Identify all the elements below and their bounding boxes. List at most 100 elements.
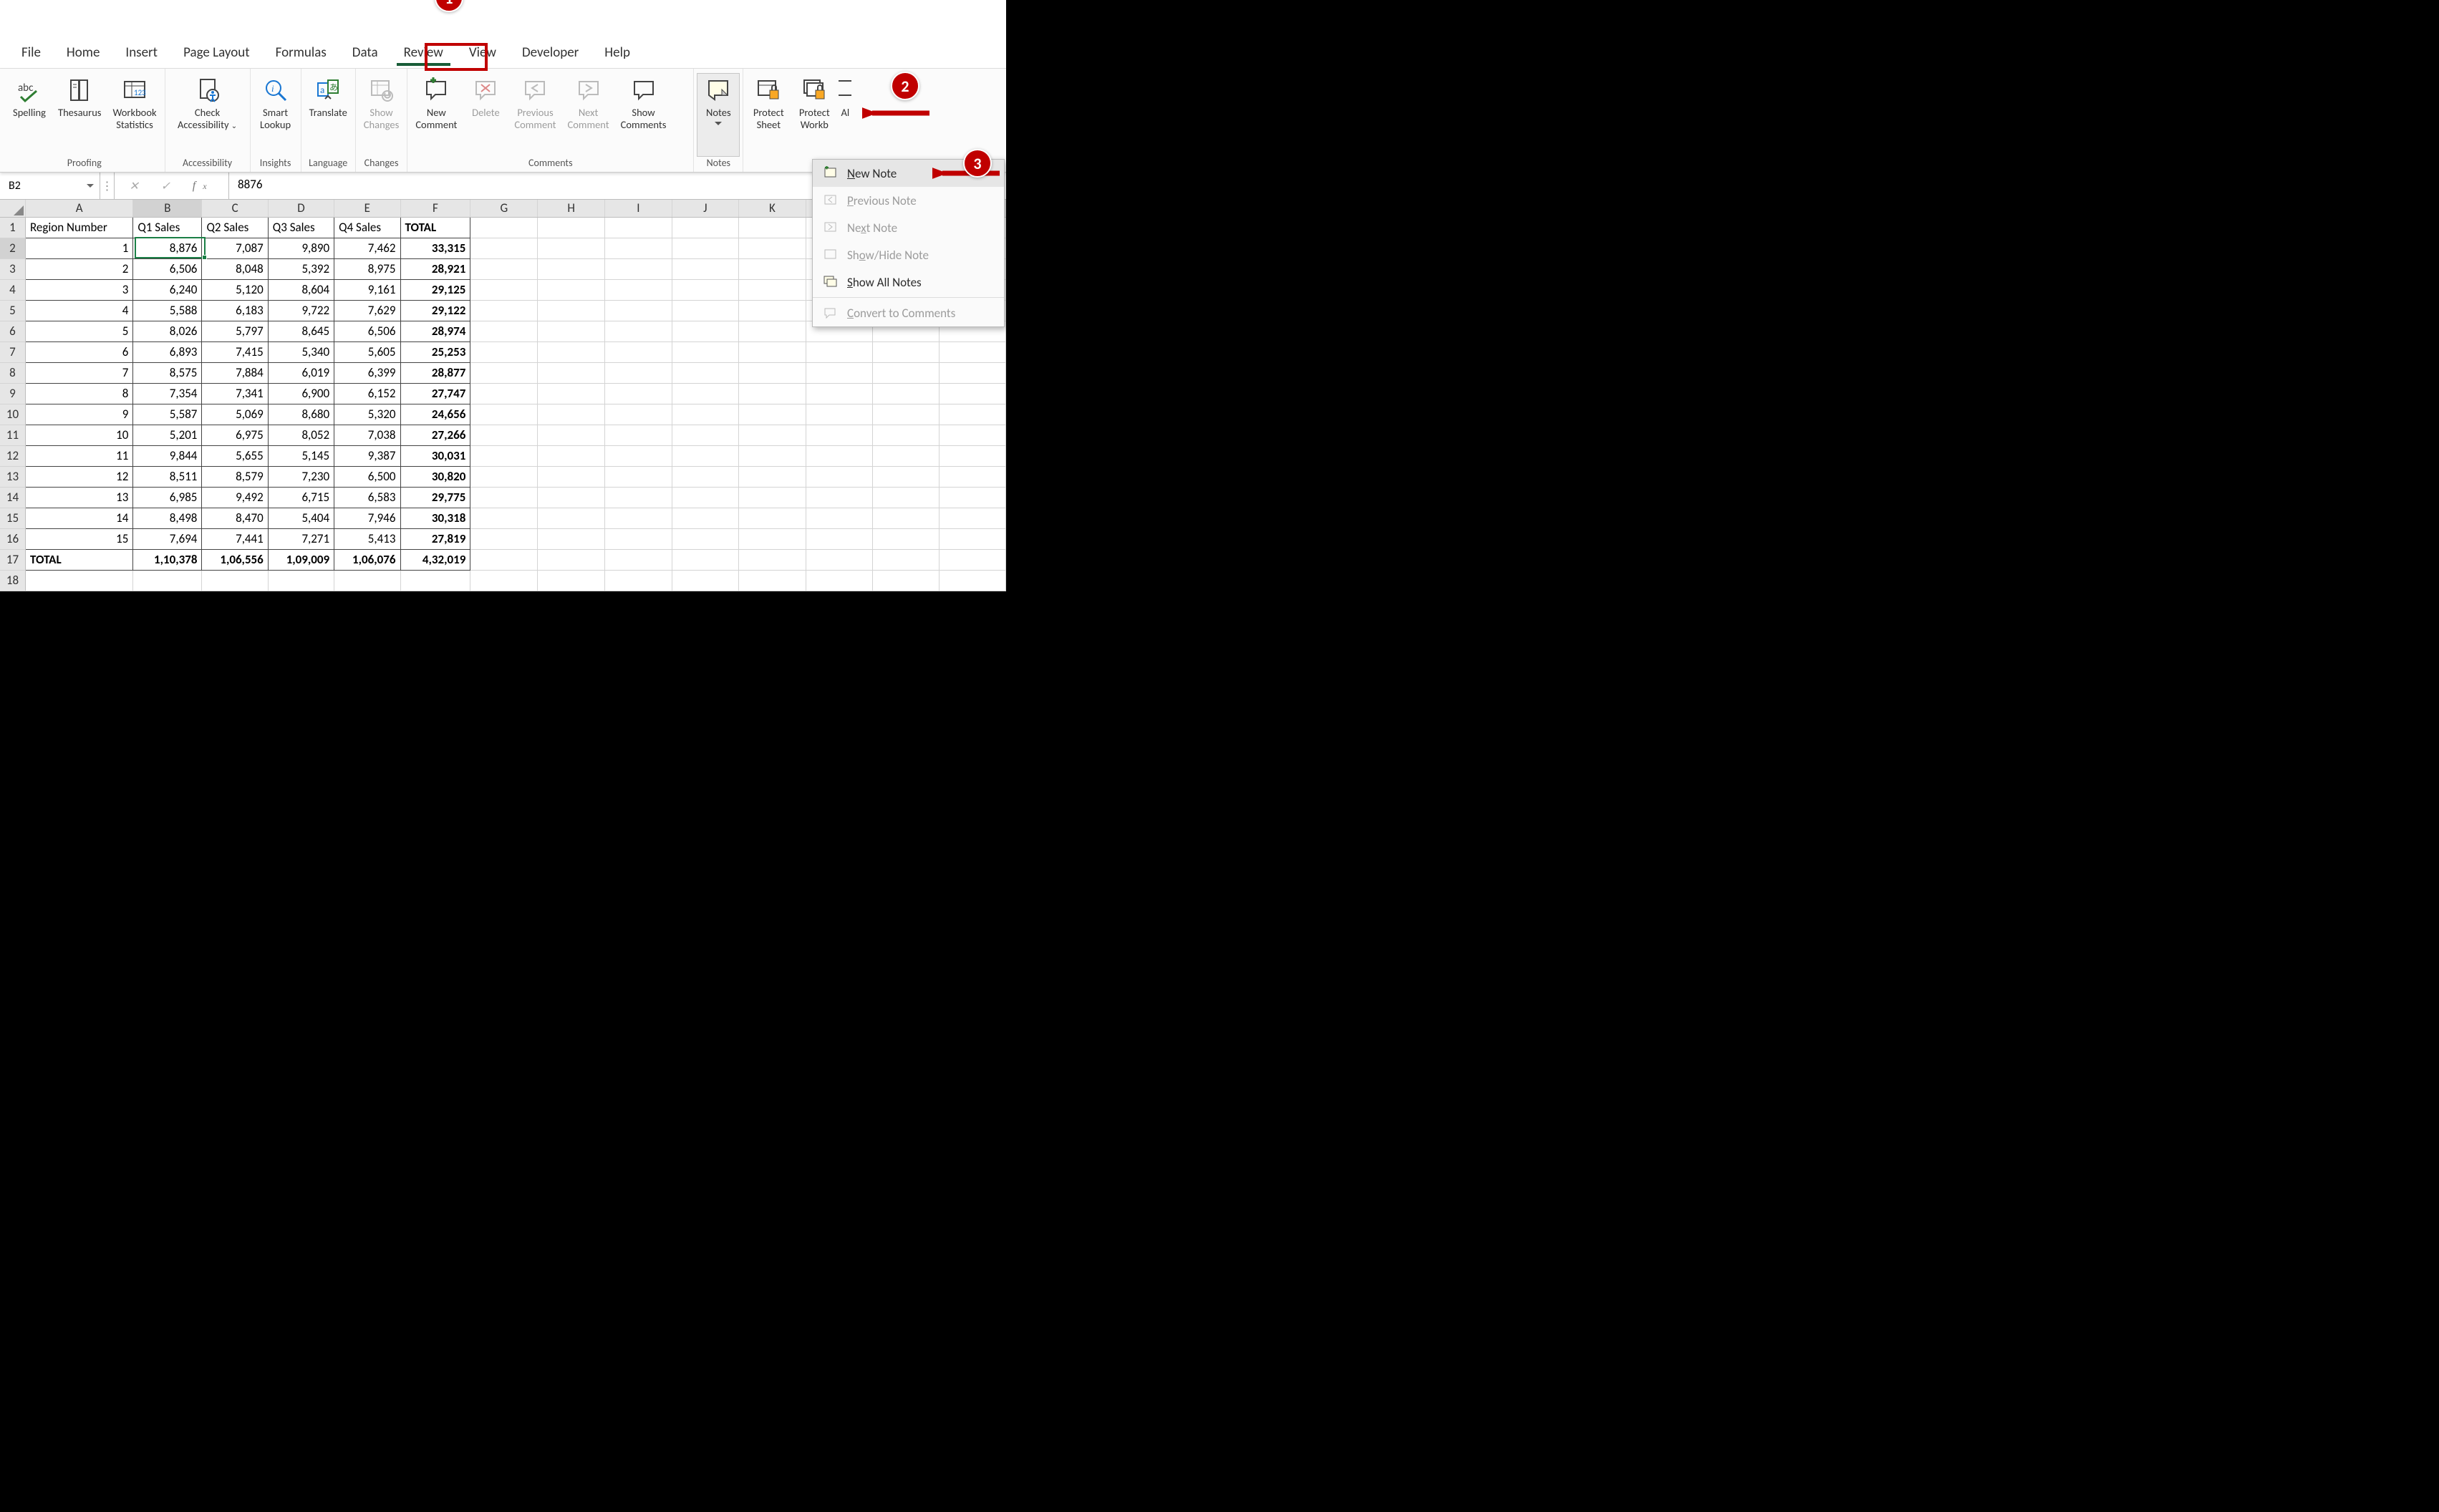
cell[interactable]: 6	[25, 341, 132, 362]
cell[interactable]: 6,715	[268, 487, 334, 508]
cell[interactable]	[470, 362, 538, 383]
cell[interactable]	[470, 487, 538, 508]
cell[interactable]: TOTAL	[25, 549, 132, 570]
row-header[interactable]: 10	[0, 404, 25, 425]
cell[interactable]: 6,893	[133, 341, 202, 362]
cell[interactable]	[538, 487, 605, 508]
cell[interactable]	[806, 466, 872, 487]
cell[interactable]	[672, 238, 738, 258]
select-all-corner[interactable]	[0, 200, 25, 217]
cell[interactable]	[939, 466, 1005, 487]
cell[interactable]	[605, 362, 672, 383]
cell[interactable]	[739, 362, 806, 383]
cell[interactable]	[538, 425, 605, 445]
cell[interactable]	[605, 321, 672, 341]
row-header[interactable]: 11	[0, 425, 25, 445]
cell[interactable]	[872, 362, 939, 383]
cell[interactable]	[605, 487, 672, 508]
spelling-button[interactable]: abc Spelling	[7, 73, 52, 157]
cell[interactable]: 33,315	[400, 238, 470, 258]
row-header[interactable]: 1	[0, 217, 25, 238]
cell[interactable]: 15	[25, 528, 132, 549]
cell[interactable]	[672, 300, 738, 321]
cell[interactable]: 29,775	[400, 487, 470, 508]
cell[interactable]	[806, 508, 872, 528]
cell[interactable]: 7,694	[133, 528, 202, 549]
cell[interactable]	[672, 362, 738, 383]
cell[interactable]	[605, 528, 672, 549]
row-header[interactable]: 17	[0, 549, 25, 570]
col-header-F[interactable]: F	[400, 200, 470, 217]
cell[interactable]: Q3 Sales	[268, 217, 334, 238]
cell[interactable]	[672, 279, 738, 300]
cell[interactable]	[939, 404, 1005, 425]
cell[interactable]: 7,087	[202, 238, 268, 258]
tab-pagelayout[interactable]: Page Layout	[170, 40, 263, 65]
cell[interactable]	[806, 549, 872, 570]
cell[interactable]: 8,052	[268, 425, 334, 445]
cell[interactable]: 8,604	[268, 279, 334, 300]
row-header[interactable]: 4	[0, 279, 25, 300]
cell[interactable]: 14	[25, 508, 132, 528]
name-box-dropdown-icon[interactable]	[87, 184, 94, 191]
cell[interactable]: 7,415	[202, 341, 268, 362]
cell[interactable]: 29,122	[400, 300, 470, 321]
cell[interactable]	[739, 528, 806, 549]
cell[interactable]	[538, 570, 605, 591]
cell[interactable]: 6,506	[133, 258, 202, 279]
cell[interactable]: 6,240	[133, 279, 202, 300]
name-box[interactable]: B2	[0, 173, 100, 199]
translate-button[interactable]: aあ Translate	[304, 73, 352, 157]
col-header-C[interactable]: C	[202, 200, 268, 217]
cell[interactable]	[939, 528, 1005, 549]
cell[interactable]	[672, 321, 738, 341]
cell[interactable]: 1,10,378	[133, 549, 202, 570]
cell[interactable]: 8,975	[334, 258, 400, 279]
cell[interactable]: 5	[25, 321, 132, 341]
cell[interactable]	[739, 217, 806, 238]
cell[interactable]	[538, 258, 605, 279]
cell[interactable]	[806, 445, 872, 466]
cell[interactable]: 10	[25, 425, 132, 445]
cancel-icon[interactable]: ✕	[122, 179, 145, 193]
cell[interactable]: 6,583	[334, 487, 400, 508]
cell[interactable]: 1,06,076	[334, 549, 400, 570]
cell[interactable]: 8,498	[133, 508, 202, 528]
cell[interactable]	[470, 466, 538, 487]
tab-developer[interactable]: Developer	[509, 40, 591, 65]
cell[interactable]: Q4 Sales	[334, 217, 400, 238]
thesaurus-button[interactable]: Thesaurus	[53, 73, 106, 157]
cell[interactable]	[739, 425, 806, 445]
protect-sheet-button[interactable]: Protect Sheet	[746, 73, 791, 157]
cell[interactable]	[939, 341, 1005, 362]
cell[interactable]	[470, 383, 538, 404]
cell[interactable]: 4,32,019	[400, 549, 470, 570]
cell[interactable]	[470, 404, 538, 425]
col-header-E[interactable]: E	[334, 200, 400, 217]
tab-data[interactable]: Data	[339, 40, 391, 65]
cell[interactable]	[872, 549, 939, 570]
cell[interactable]: 5,069	[202, 404, 268, 425]
cell[interactable]: 27,819	[400, 528, 470, 549]
cell[interactable]: 1	[25, 238, 132, 258]
cell[interactable]	[605, 570, 672, 591]
cell[interactable]	[400, 570, 470, 591]
cell[interactable]: 29,125	[400, 279, 470, 300]
cell[interactable]	[538, 238, 605, 258]
cell[interactable]	[939, 570, 1005, 591]
tab-insert[interactable]: Insert	[112, 40, 170, 65]
cell[interactable]	[538, 549, 605, 570]
row-header[interactable]: 15	[0, 508, 25, 528]
cell[interactable]	[739, 279, 806, 300]
cell[interactable]: 7	[25, 362, 132, 383]
cell[interactable]: 9	[25, 404, 132, 425]
cell[interactable]	[672, 487, 738, 508]
row-header[interactable]: 8	[0, 362, 25, 383]
cell[interactable]: 5,413	[334, 528, 400, 549]
cell[interactable]	[872, 570, 939, 591]
cell[interactable]	[872, 508, 939, 528]
cell[interactable]: 25,253	[400, 341, 470, 362]
cell[interactable]: 28,877	[400, 362, 470, 383]
cell[interactable]: 1,06,556	[202, 549, 268, 570]
cell[interactable]: 5,587	[133, 404, 202, 425]
